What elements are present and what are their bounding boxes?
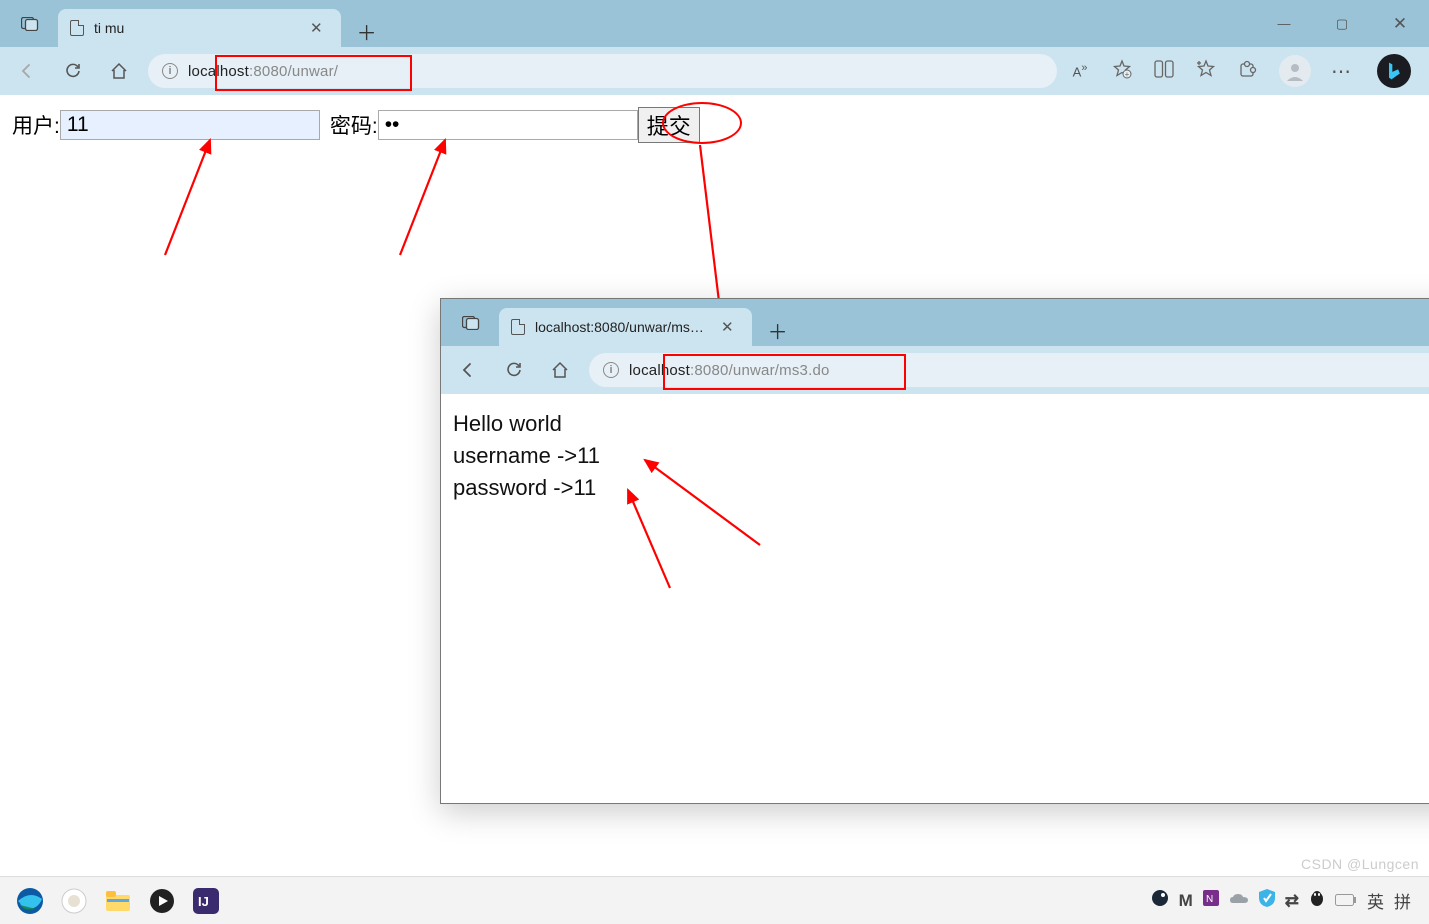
close-window-button[interactable]: ✕ <box>1371 0 1429 47</box>
page-content-2: Hello world username ->11 password ->11 <box>441 394 1429 518</box>
refresh-button-2[interactable] <box>497 353 531 387</box>
user-input[interactable] <box>60 110 320 140</box>
new-tab-button-2[interactable]: ＋ <box>762 314 794 346</box>
ime-mode[interactable]: 拼 <box>1394 888 1411 913</box>
tray-onedrive-icon[interactable] <box>1229 891 1249 911</box>
more-menu-button[interactable]: ⋯ <box>1331 59 1353 84</box>
site-info-icon[interactable]: i <box>162 63 178 79</box>
watermark-text: CSDN @Lungcen <box>1301 856 1419 872</box>
system-tray: M N ⇄ 英 拼 <box>1151 888 1421 913</box>
svg-text:N: N <box>1206 894 1213 905</box>
tab-title-2: localhost:8080/unwar/ms3.do <box>535 319 705 335</box>
tray-onenote-icon[interactable]: N <box>1203 890 1219 911</box>
close-tab-button-2[interactable]: ✕ <box>715 316 740 338</box>
address-bar[interactable]: i localhost:8080/unwar/ <box>148 54 1057 88</box>
output-line-1: Hello world <box>453 408 1429 440</box>
taskbar-edge-icon[interactable] <box>8 881 52 921</box>
svg-text:IJ: IJ <box>198 894 209 909</box>
maximize-button[interactable]: ▢ <box>1313 0 1371 47</box>
tray-icon-m[interactable]: M <box>1179 891 1193 911</box>
url-text-2: localhost:8080/unwar/ms3.do <box>629 362 830 379</box>
svg-text:+: + <box>1125 70 1130 79</box>
tray-defender-icon[interactable] <box>1259 889 1275 912</box>
user-label: 用户: <box>12 110 60 140</box>
collections-icon[interactable] <box>1195 59 1217 84</box>
password-input[interactable] <box>378 110 638 140</box>
tray-qq-icon[interactable] <box>1309 889 1325 912</box>
home-button[interactable] <box>102 54 136 88</box>
split-screen-icon[interactable] <box>1153 60 1175 83</box>
refresh-button[interactable] <box>56 54 90 88</box>
new-tab-button[interactable]: ＋ <box>351 15 383 47</box>
tray-network-icon[interactable]: ⇄ <box>1285 891 1299 911</box>
site-info-icon-2[interactable]: i <box>603 362 619 378</box>
minimize-button[interactable]: — <box>1255 0 1313 47</box>
tab-bar-2: localhost:8080/unwar/ms3.do ✕ ＋ <box>441 299 1429 346</box>
browser-toolbar-2: i localhost:8080/unwar/ms3.do <box>441 346 1429 394</box>
taskbar-intellij-icon[interactable]: IJ <box>184 881 228 921</box>
back-button[interactable] <box>10 54 44 88</box>
login-form: 用户: 密码: 提交 <box>0 95 1429 155</box>
output-line-2: username ->11 <box>453 440 1429 472</box>
toolbar-right-icons: A» + ⋯ <box>1069 54 1419 88</box>
url-text: localhost:8080/unwar/ <box>188 63 338 80</box>
page-icon <box>70 20 84 36</box>
browser-toolbar: i localhost:8080/unwar/ A» + ⋯ <box>0 47 1429 95</box>
tab-bar: ti mu ✕ ＋ — ▢ ✕ <box>0 0 1429 47</box>
read-aloud-icon[interactable]: A» <box>1069 62 1091 79</box>
page-icon <box>511 319 525 335</box>
password-label: 密码: <box>330 110 378 140</box>
ime-lang[interactable]: 英 <box>1367 888 1384 913</box>
windows-taskbar: IJ M N ⇄ 英 拼 <box>0 876 1429 924</box>
tab-overview-button-2[interactable] <box>449 299 493 346</box>
taskbar-media-icon[interactable] <box>140 881 184 921</box>
address-bar-2[interactable]: i localhost:8080/unwar/ms3.do <box>589 353 1429 387</box>
taskbar-explorer-icon[interactable] <box>96 881 140 921</box>
bing-chat-button[interactable] <box>1377 54 1411 88</box>
tab-overview-button[interactable] <box>8 0 52 47</box>
browser-tab-active-2[interactable]: localhost:8080/unwar/ms3.do ✕ <box>499 308 752 346</box>
tray-steam-icon[interactable] <box>1151 889 1169 912</box>
tray-battery-icon[interactable] <box>1335 891 1357 911</box>
browser-tab-active[interactable]: ti mu ✕ <box>58 9 341 47</box>
browser-window-2: localhost:8080/unwar/ms3.do ✕ ＋ i localh… <box>440 298 1429 804</box>
tab-title: ti mu <box>94 20 294 36</box>
window-controls: — ▢ ✕ <box>1255 0 1429 47</box>
extensions-icon[interactable] <box>1237 59 1259 84</box>
taskbar-app-icon-1[interactable] <box>52 881 96 921</box>
output-line-3: password ->11 <box>453 472 1429 504</box>
close-tab-button[interactable]: ✕ <box>304 17 329 39</box>
profile-avatar[interactable] <box>1279 55 1311 87</box>
favorite-icon[interactable]: + <box>1111 59 1133 84</box>
home-button-2[interactable] <box>543 353 577 387</box>
submit-button[interactable]: 提交 <box>638 107 700 143</box>
back-button-2[interactable] <box>451 353 485 387</box>
